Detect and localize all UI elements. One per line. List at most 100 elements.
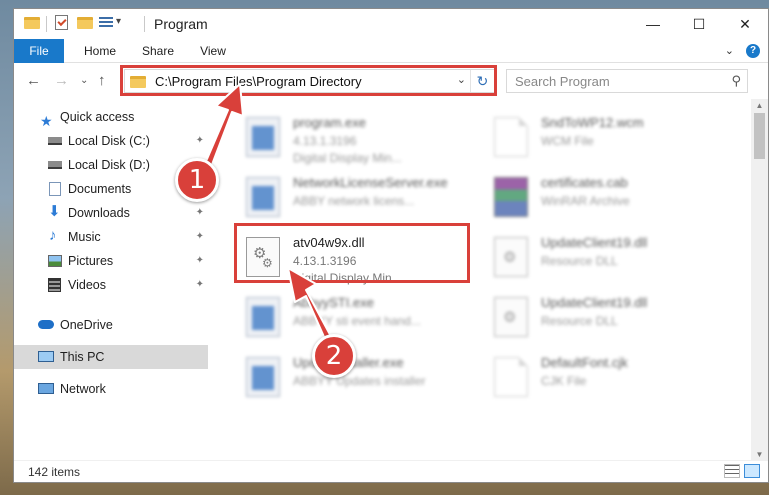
divider <box>46 16 47 32</box>
file-version: 4.13.1.3196 <box>293 134 357 148</box>
drive-icon <box>48 137 62 145</box>
sidebar-item-downloads[interactable]: ⬇ Downloads ✦ <box>14 201 208 225</box>
ribbon-tabs: File Home Share View ⌄ ? <box>14 39 768 63</box>
sidebar-item-quick-access[interactable]: ★ Quick access <box>14 105 208 129</box>
navigation-bar: ← → ⌄ ↑ C:\Program Files\Program Directo… <box>14 64 768 98</box>
tab-share[interactable]: Share <box>132 39 184 63</box>
tab-home[interactable]: Home <box>74 39 126 63</box>
search-icon[interactable]: ⚲ <box>731 73 741 89</box>
file-description: ABBY network licens... <box>293 194 415 208</box>
file-name: SndToWP12.wcm <box>541 115 644 130</box>
tab-file[interactable]: File <box>14 39 64 63</box>
download-icon: ⬇ <box>48 203 61 220</box>
pin-icon[interactable]: ✦ <box>196 273 204 297</box>
file-type: Resource DLL <box>541 254 618 268</box>
properties-check-icon[interactable] <box>54 15 70 31</box>
divider <box>144 16 145 32</box>
forward-button[interactable]: → <box>54 72 69 89</box>
file-name: certificates.cab <box>541 175 628 190</box>
details-view-icon[interactable] <box>724 464 740 478</box>
exe-icon <box>246 297 280 337</box>
minimize-button[interactable]: — <box>630 9 676 39</box>
pictures-icon <box>48 255 62 267</box>
file-tile[interactable]: certificates.cab WinRAR Archive <box>482 171 722 227</box>
exe-icon <box>246 177 280 217</box>
navigation-pane: ★ Quick access Local Disk (C:) ✦ Local D… <box>14 99 210 449</box>
music-icon: ♪ <box>49 227 57 244</box>
sidebar-item-label: Local Disk (D:) <box>68 158 150 172</box>
window-title: Program <box>154 16 208 32</box>
callout-step-1: 1 <box>175 158 219 202</box>
file-type: CJK File <box>541 374 587 388</box>
sidebar-item-local-disk-c[interactable]: Local Disk (C:) ✦ <box>14 129 208 153</box>
file-tile[interactable]: ⚙ UpdateClient19.dll Resource DLL <box>482 291 722 347</box>
document-icon <box>494 117 528 157</box>
file-name: UpdateClient19.dll <box>541 235 648 250</box>
sidebar-item-onedrive[interactable]: OneDrive <box>14 313 208 337</box>
sidebar-item-label: OneDrive <box>60 318 113 332</box>
toolbar-dropdown-icon[interactable]: ▾ <box>116 16 132 32</box>
close-button[interactable]: ✕ <box>722 9 768 39</box>
file-tile[interactable]: SndToWP12.wcm WCM File <box>482 111 722 167</box>
scroll-up-icon[interactable]: ▲ <box>751 101 768 110</box>
file-type: WCM File <box>541 134 594 148</box>
file-tile[interactable]: DefaultFont.cjk CJK File <box>482 351 722 407</box>
tab-view[interactable]: View <box>190 39 236 63</box>
computer-icon <box>38 351 54 362</box>
scroll-down-icon[interactable]: ▼ <box>751 450 768 459</box>
sidebar-item-label: Quick access <box>60 110 135 124</box>
sidebar-item-videos[interactable]: Videos ✦ <box>14 273 208 297</box>
pin-icon[interactable]: ✦ <box>196 225 204 249</box>
dll-icon: ⚙ <box>494 297 528 337</box>
drive-icon <box>48 161 62 169</box>
sidebar-item-pictures[interactable]: Pictures ✦ <box>14 249 208 273</box>
file-tile[interactable]: AbbyySTI.exe ABBYY sti event hand... <box>234 291 474 347</box>
recent-locations-button[interactable]: ⌄ <box>80 75 88 86</box>
file-name: DefaultFont.cjk <box>541 355 628 370</box>
customize-toolbar-icon[interactable] <box>99 15 115 31</box>
help-icon[interactable]: ? <box>746 44 760 58</box>
file-highlight-box <box>234 223 470 283</box>
address-highlight-box <box>120 65 497 96</box>
file-name: program.exe <box>293 115 366 130</box>
file-tile[interactable]: ⚙ UpdateClient19.dll Resource DLL <box>482 231 722 287</box>
sidebar-item-this-pc[interactable]: This PC <box>14 345 208 369</box>
file-tile[interactable]: NetworkLicenseServer.exe ABBY network li… <box>234 171 474 227</box>
pin-icon[interactable]: ✦ <box>196 129 204 153</box>
callout-step-2: 2 <box>312 334 356 378</box>
tiles-view-icon[interactable] <box>744 464 760 478</box>
sidebar-item-music[interactable]: ♪ Music ✦ <box>14 225 208 249</box>
file-tile[interactable]: program.exe 4.13.1.3196 Digital Display … <box>234 111 474 167</box>
pin-icon[interactable]: ✦ <box>196 249 204 273</box>
folder-icon <box>24 15 40 31</box>
up-button[interactable]: ↑ <box>98 72 106 89</box>
archive-icon <box>494 177 528 217</box>
exe-icon <box>246 117 280 157</box>
pin-icon[interactable]: ✦ <box>196 201 204 225</box>
sidebar-item-label: This PC <box>60 350 105 364</box>
sidebar-item-label: Pictures <box>68 254 114 268</box>
dll-icon: ⚙ <box>494 237 528 277</box>
file-type: WinRAR Archive <box>541 194 630 208</box>
title-bar: ▾ Program — ☐ ✕ <box>14 9 768 39</box>
sidebar-item-label: Documents <box>68 182 132 196</box>
exe-icon <box>246 357 280 397</box>
new-folder-icon[interactable] <box>77 15 93 31</box>
search-box[interactable]: Search Program ⚲ <box>506 69 748 93</box>
item-count: 142 items <box>28 465 81 479</box>
file-name: UpdateClient19.dll <box>541 295 648 310</box>
back-button[interactable]: ← <box>26 72 41 89</box>
sidebar-item-label: Downloads <box>68 206 130 220</box>
network-icon <box>38 383 54 394</box>
documents-icon <box>49 182 61 196</box>
file-description: ABBYY Updates installer <box>293 374 426 388</box>
sidebar-item-label: Videos <box>68 278 106 292</box>
document-icon <box>494 357 528 397</box>
scrollbar-thumb[interactable] <box>754 113 765 159</box>
vertical-scrollbar[interactable]: ▲ ▼ <box>751 99 768 461</box>
sidebar-item-network[interactable]: Network <box>14 377 208 401</box>
maximize-button[interactable]: ☐ <box>676 9 722 39</box>
search-input[interactable]: Search Program <box>515 74 610 89</box>
sidebar-item-label: Local Disk (C:) <box>68 134 150 148</box>
expand-ribbon-icon[interactable]: ⌄ <box>725 44 734 58</box>
